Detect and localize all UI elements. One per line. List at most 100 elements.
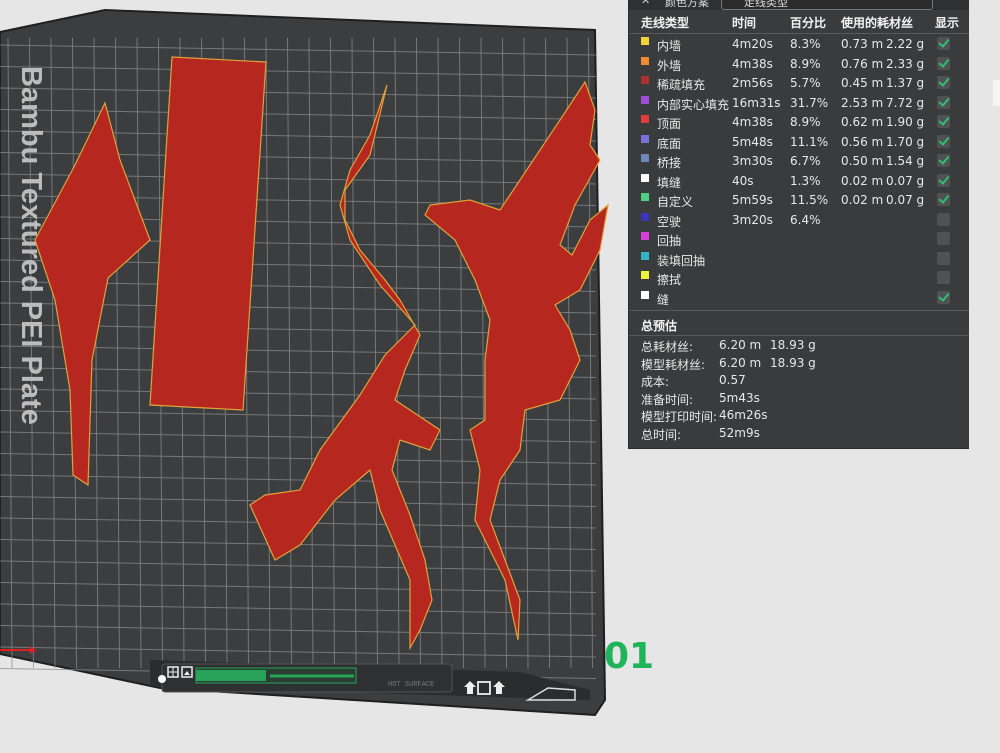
legend-swatch [641, 290, 649, 299]
show-checkbox[interactable] [937, 76, 950, 89]
legend-time: 4m38s [732, 115, 773, 129]
legend-weight: 0.07 g [886, 193, 925, 207]
col-header-filament: 使用的耗材丝 [841, 16, 914, 30]
col-header-percent: 百分比 [790, 16, 827, 30]
legend-name: 缝 [657, 292, 670, 307]
legend-length: 0.02 m [841, 193, 884, 207]
show-checkbox[interactable] [937, 134, 950, 148]
legend-name: 稀疏填充 [657, 78, 706, 92]
summary-title: 总预估 [641, 319, 678, 333]
legend-weight: 1.54 g [886, 154, 925, 168]
summary-value: 6.20 m [719, 338, 762, 352]
summary-value: 5m43s [719, 390, 760, 405]
col-header-type: 走线类型 [641, 16, 690, 30]
legend-percent: 11.5% [790, 193, 829, 207]
legend-name: 擦拭 [657, 273, 682, 287]
legend-weight: 2.33 g [886, 56, 925, 71]
legend-time: 5m59s [732, 193, 773, 207]
col-header-time: 时间 [732, 16, 757, 30]
summary-row: 成本: 0.57 [629, 373, 969, 390]
chevron-down-icon: ﹀ [728, 0, 738, 8]
show-checkbox[interactable] [937, 37, 950, 50]
legend-row: 内部实心填充 16m31s 31.7% 2.53 m 7.72 g [629, 95, 969, 114]
show-checkbox[interactable] [937, 212, 950, 226]
legend-length: 0.02 m [841, 173, 884, 188]
summary-row: 总时间: 52m9s [629, 426, 969, 443]
legend-row: 装填回抽 [629, 251, 969, 270]
show-checkbox[interactable] [937, 193, 950, 206]
legend-name: 外墙 [657, 58, 682, 73]
summary-value: 6.20 m [719, 355, 762, 370]
legend-time: 3m20s [732, 212, 773, 227]
legend-swatch [641, 56, 649, 65]
legend-swatch [641, 115, 649, 123]
legend-swatch [641, 173, 649, 182]
color-scheme-bar: ✕ 颜色方案 ﹀ 走线类型 [629, 0, 969, 10]
legend-row: 擦拭 [629, 270, 969, 289]
legend-length: 0.56 m [841, 134, 884, 149]
show-checkbox[interactable] [937, 56, 950, 70]
legend-swatch [641, 134, 649, 143]
header-divider [629, 33, 969, 34]
summary-label: 总耗材丝: [641, 340, 694, 354]
summary-value: 52m9s [719, 425, 760, 440]
close-icon[interactable]: ✕ [641, 0, 650, 7]
legend-row: 内墙 4m20s 8.3% 0.73 m 2.22 g [629, 36, 969, 55]
show-checkbox[interactable] [937, 251, 950, 265]
legend-row: 填缝 40s 1.3% 0.02 m 0.07 g [629, 173, 969, 192]
summary-label: 模型打印时间: [641, 410, 718, 424]
legend-swatch [641, 212, 649, 221]
color-scheme-select[interactable]: ﹀ 走线类型 [721, 0, 933, 10]
legend-swatch [641, 232, 649, 240]
legend-name: 顶面 [657, 117, 682, 131]
legend-name: 回抽 [657, 234, 682, 248]
legend-row: 空驶 3m20s 6.4% [629, 212, 969, 231]
legend-percent: 8.9% [790, 115, 821, 129]
legend-percent: 8.3% [790, 37, 821, 51]
legend-percent: 31.7% [790, 95, 829, 110]
legend-row: 缝 [629, 290, 969, 309]
legend-time: 4m38s [732, 56, 773, 71]
summary-row: 总耗材丝: 6.20 m 18.93 g [629, 338, 969, 355]
legend-weight: 2.22 g [886, 37, 925, 51]
summary-value-secondary: 18.93 g [770, 355, 816, 370]
legend-percent: 11.1% [790, 134, 829, 149]
legend-percent: 1.3% [790, 173, 821, 188]
show-checkbox[interactable] [937, 173, 950, 187]
legend-swatch [641, 251, 649, 260]
legend-percent: 6.4% [790, 212, 821, 227]
progress-fill [196, 670, 266, 681]
legend-weight: 1.37 g [886, 76, 925, 90]
legend-row: 底面 5m48s 11.1% 0.56 m 1.70 g [629, 134, 969, 153]
legend-row: 回抽 [629, 231, 969, 250]
legend-length: 0.62 m [841, 115, 884, 129]
legend-name: 装填回抽 [657, 253, 706, 268]
summary-divider [629, 310, 969, 311]
col-header-show: 显示 [935, 16, 960, 30]
show-checkbox[interactable] [937, 271, 950, 284]
show-checkbox[interactable] [937, 154, 950, 167]
legend-length: 0.76 m [841, 56, 884, 71]
legend-length: 2.53 m [841, 95, 884, 110]
legend-name: 空驶 [657, 214, 682, 229]
summary-value-secondary: 18.93 g [770, 338, 816, 352]
legend-time: 4m20s [732, 37, 773, 51]
summary-label: 成本: [641, 375, 670, 389]
summary-row: 准备时间: 5m43s [629, 391, 969, 408]
legend-length: 0.45 m [841, 76, 884, 90]
plate-origin-dot [158, 675, 166, 683]
show-checkbox[interactable] [937, 95, 950, 109]
show-checkbox[interactable] [937, 232, 950, 245]
summary-value: 0.57 [719, 373, 746, 387]
legend-name: 桥接 [657, 156, 682, 170]
summary-label: 准备时间: [641, 392, 694, 407]
summary-title-divider [629, 335, 969, 336]
show-checkbox[interactable] [937, 115, 950, 128]
show-checkbox[interactable] [937, 290, 950, 304]
legend-time: 16m31s [732, 95, 781, 110]
summary-label: 总时间: [641, 427, 682, 442]
summary-row: 模型打印时间: 46m26s [629, 408, 969, 425]
legend-name: 填缝 [657, 175, 682, 190]
summary-row: 模型耗材丝: 6.20 m 18.93 g [629, 356, 969, 373]
legend-time: 5m48s [732, 134, 773, 149]
